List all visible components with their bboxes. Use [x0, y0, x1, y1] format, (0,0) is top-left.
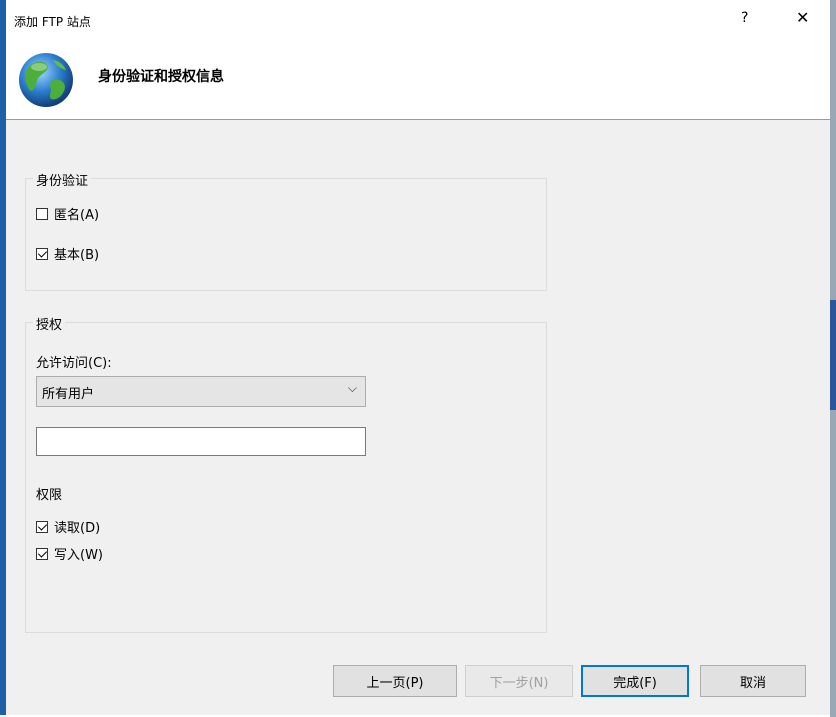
chevron-down-icon: ⌵: [347, 381, 357, 395]
read-label: 读取(D): [54, 521, 101, 536]
title-bar: 添加 FTP 站点 ? ✕: [6, 0, 830, 40]
users-textbox[interactable]: [36, 427, 366, 456]
anonymous-label: 匿名(A): [54, 208, 100, 223]
wizard-header: 身份验证和授权信息: [6, 40, 830, 120]
previous-button[interactable]: 上一页(P): [333, 665, 457, 697]
anonymous-checkbox-box[interactable]: [36, 207, 48, 220]
write-checkbox[interactable]: 写入(W): [36, 544, 103, 563]
basic-checkbox-box[interactable]: [36, 247, 48, 260]
write-label: 写入(W): [54, 548, 103, 563]
page-title: 身份验证和授权信息: [98, 69, 224, 85]
next-button[interactable]: 下一步(N): [465, 665, 573, 697]
basic-label: 基本(B): [54, 248, 100, 263]
anonymous-checkbox[interactable]: 匿名(A): [36, 204, 99, 223]
allow-access-label: 允许访问(C):: [36, 356, 112, 371]
background-window-mark: [830, 300, 836, 410]
authorization-legend: 授权: [33, 314, 66, 333]
permissions-label: 权限: [36, 488, 63, 503]
globe-icon: [19, 53, 73, 107]
content-panel: 身份验证 匿名(A) 基本(B) 授权 允许访问(C): 所有用户 ⌵ 权限 读…: [6, 120, 830, 656]
button-bar: 上一页(P) 下一步(N) 完成(F) 取消: [6, 656, 830, 715]
read-checkbox[interactable]: 读取(D): [36, 517, 100, 536]
window-title: 添加 FTP 站点: [14, 15, 91, 29]
authentication-legend: 身份验证: [33, 170, 92, 189]
allow-access-value: 所有用户: [42, 387, 95, 402]
finish-button[interactable]: 完成(F): [581, 665, 689, 697]
write-checkbox-box[interactable]: [36, 547, 48, 560]
read-checkbox-box[interactable]: [36, 520, 48, 533]
authentication-group: [25, 178, 547, 291]
background-window-edge: [830, 0, 836, 717]
cancel-button[interactable]: 取消: [700, 665, 806, 697]
add-ftp-site-dialog: 添加 FTP 站点 ? ✕ 身份验证和授权信息 身份验证 匿名(A) 基本(B)…: [0, 0, 830, 715]
basic-checkbox[interactable]: 基本(B): [36, 244, 99, 263]
help-button[interactable]: ?: [741, 10, 748, 26]
close-button[interactable]: ✕: [796, 8, 809, 27]
allow-access-select[interactable]: 所有用户 ⌵: [36, 376, 366, 407]
